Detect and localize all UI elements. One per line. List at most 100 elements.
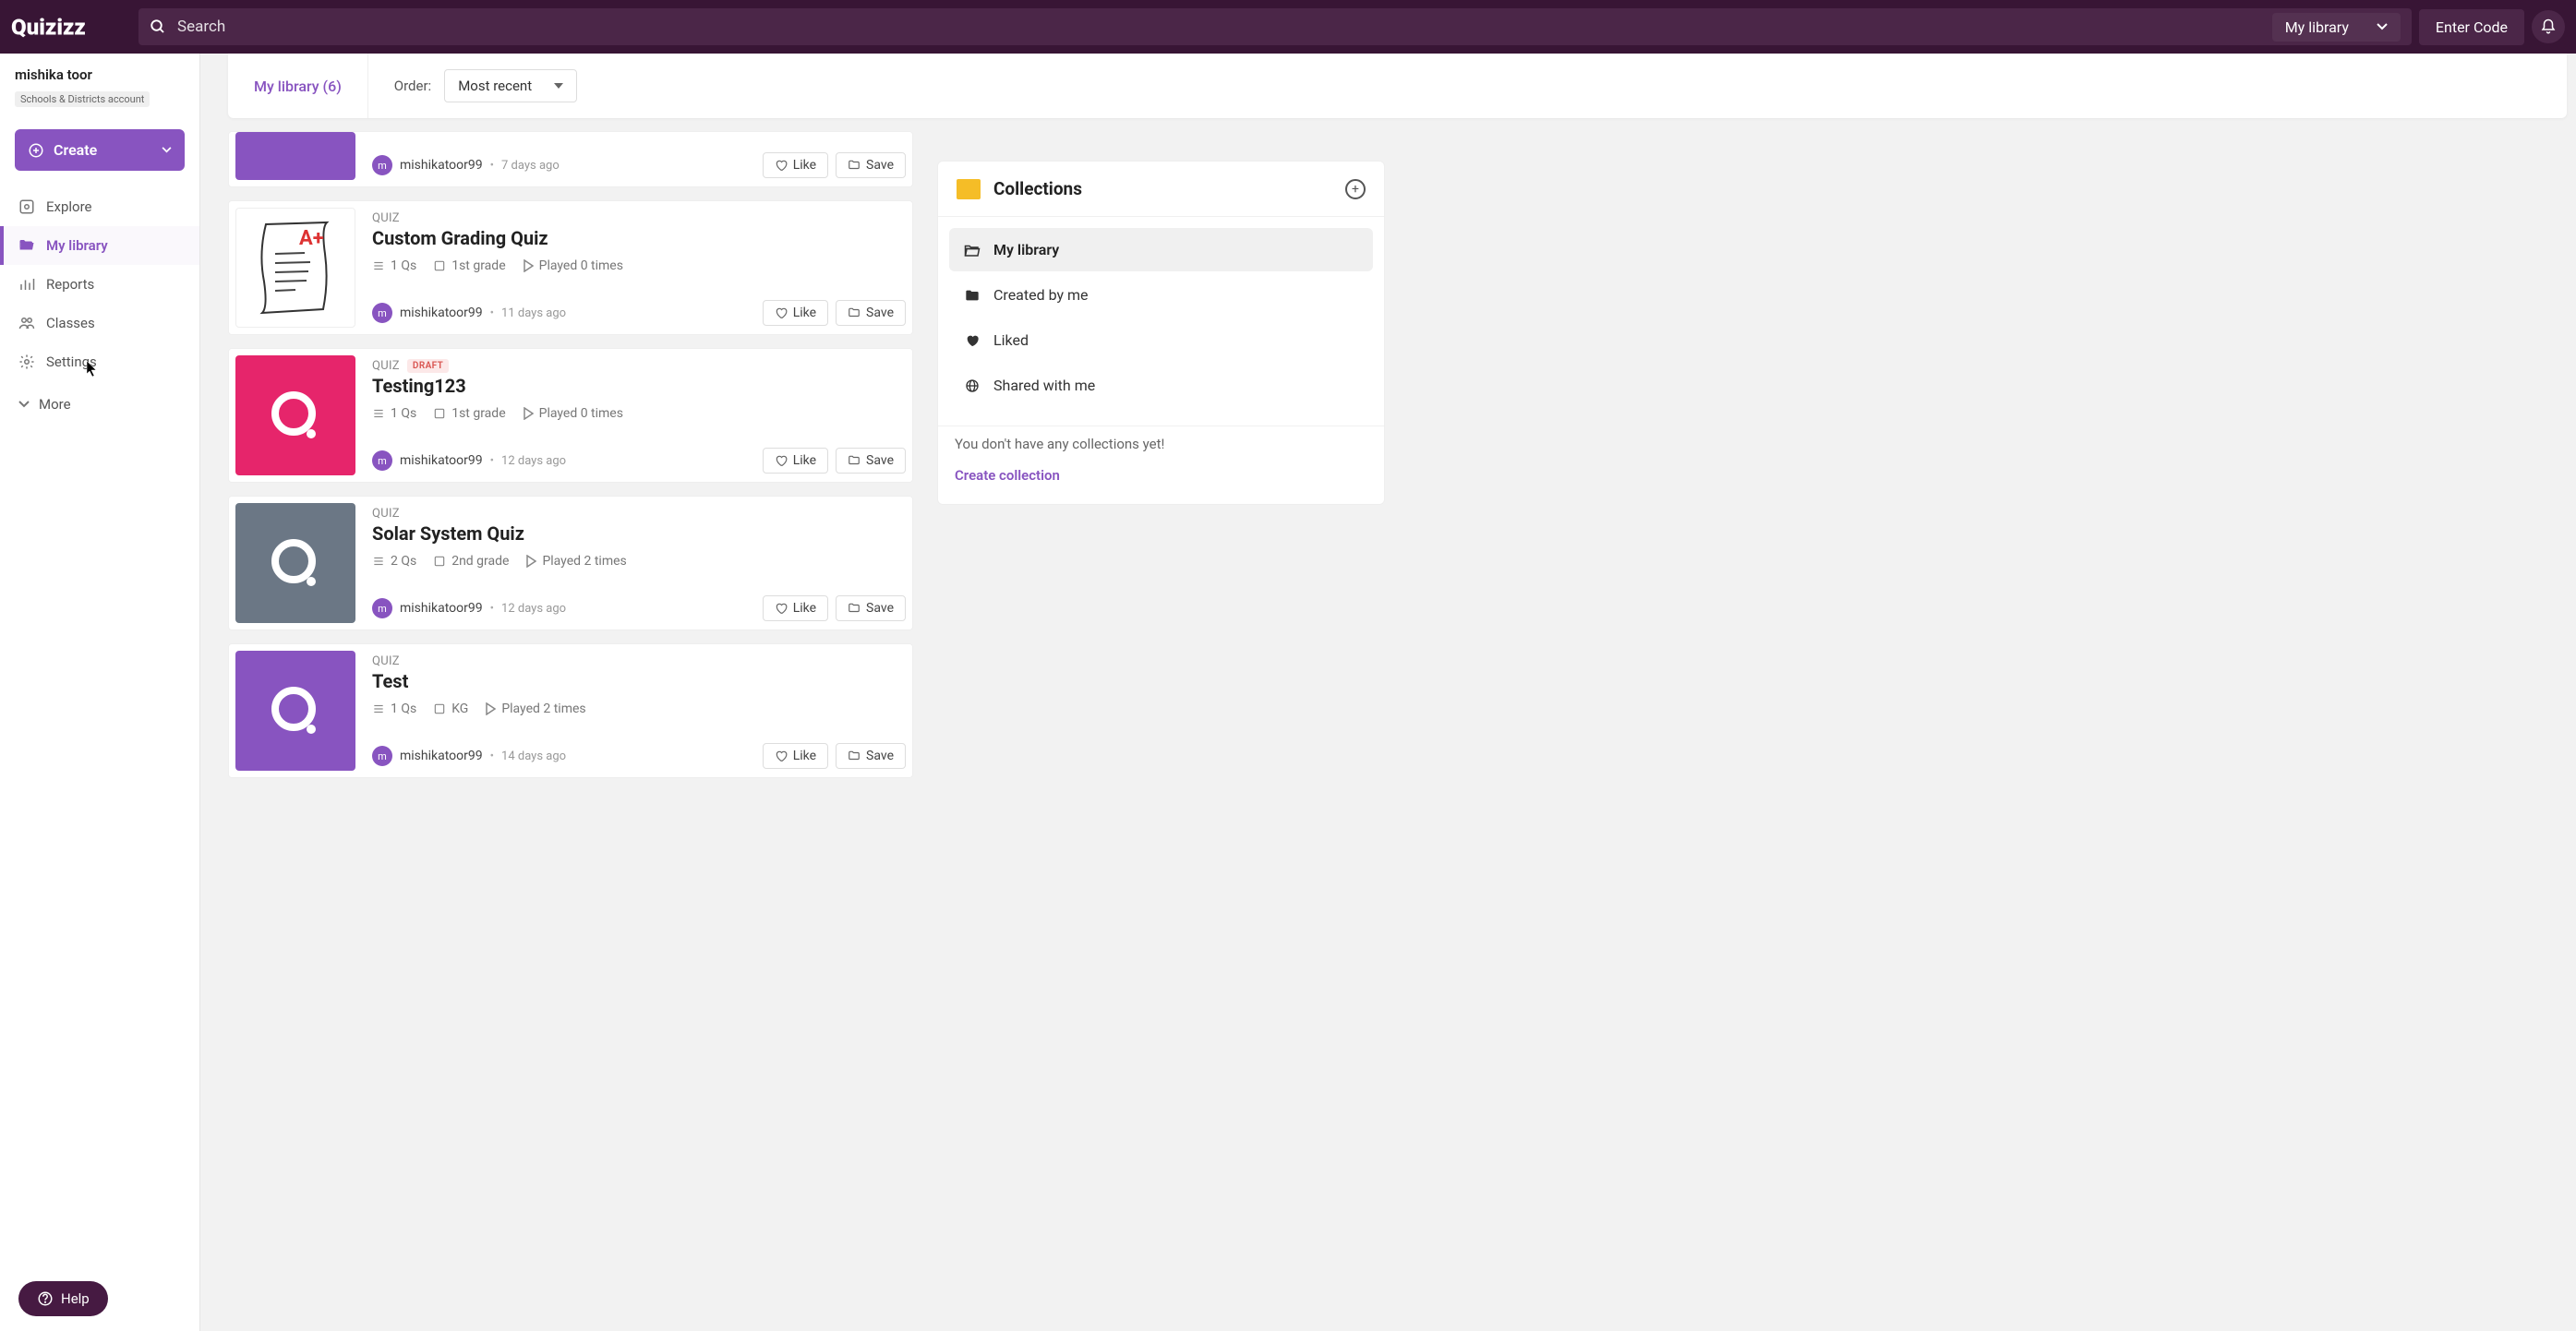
chevron-down-icon: [2377, 23, 2388, 30]
quiz-time: 11 days ago: [501, 306, 566, 320]
save-button[interactable]: Save: [836, 152, 906, 178]
user-info: mishika toor Schools & Districts account: [0, 66, 199, 122]
order-label: Order:: [394, 78, 431, 94]
caret-down-icon: [554, 83, 563, 89]
help-icon: [37, 1290, 54, 1307]
sidebar-item-more[interactable]: More: [0, 385, 199, 424]
help-button[interactable]: Help: [18, 1281, 108, 1316]
save-button[interactable]: Save: [836, 595, 906, 621]
quiz-thumbnail: [235, 503, 355, 623]
chevron-down-icon: [18, 401, 30, 408]
main-content: My library (6) Order: Most recent: [200, 54, 2576, 1331]
quiz-time: 12 days ago: [501, 602, 566, 616]
collection-label: My library: [993, 241, 1059, 258]
like-button[interactable]: Like: [763, 448, 828, 474]
quiz-meta: 1 Qs 1st grade Played 0 times: [372, 258, 906, 273]
quiz-card[interactable]: QUIZ DRAFT Testing123 1 Qs 1st grade Pla…: [228, 348, 913, 483]
quiz-thumbnail: A+: [235, 208, 355, 328]
gear-icon: [18, 354, 35, 370]
save-button[interactable]: Save: [836, 743, 906, 769]
svg-text:A+: A+: [299, 227, 324, 250]
collections-title: Collections: [993, 178, 1332, 199]
quiz-author: mishikatoor99: [400, 306, 483, 320]
chevron-down-icon: [162, 147, 172, 153]
collections-list: My library Created by me Liked Shar: [938, 217, 1384, 418]
draft-badge: DRAFT: [407, 359, 449, 373]
play-icon: [485, 702, 496, 715]
heart-icon: [775, 454, 788, 467]
quiz-title: Custom Grading Quiz: [372, 227, 906, 249]
sidebar-item-explore[interactable]: Explore: [0, 187, 199, 226]
quiz-type: QUIZ: [372, 507, 400, 521]
list-icon: [372, 555, 385, 568]
search-icon: [150, 18, 166, 35]
sidebar-item-classes[interactable]: Classes: [0, 304, 199, 342]
grade-icon: [433, 555, 446, 568]
save-button[interactable]: Save: [836, 448, 906, 474]
quiz-card[interactable]: A+ QUIZ Custom Grading Quiz 1 Qs: [228, 200, 913, 335]
notifications-button[interactable]: [2532, 10, 2565, 43]
folder-icon: [848, 306, 861, 319]
folder-open-icon: [18, 237, 35, 254]
heart-icon: [775, 306, 788, 319]
play-icon: [523, 407, 534, 420]
quizizz-logo[interactable]: Quizizz: [11, 11, 131, 42]
search-bar[interactable]: My library: [138, 8, 2412, 45]
heart-icon: [775, 749, 788, 762]
collection-label: Shared with me: [993, 377, 1095, 394]
help-label: Help: [61, 1290, 90, 1307]
play-icon: [523, 259, 534, 272]
heart-icon: [775, 602, 788, 615]
like-button[interactable]: Like: [763, 743, 828, 769]
heart-icon: [775, 159, 788, 172]
quiz-thumbnail: [235, 651, 355, 771]
like-button[interactable]: Like: [763, 595, 828, 621]
like-button[interactable]: Like: [763, 300, 828, 326]
folder-icon: [848, 602, 861, 615]
collection-item-shared-with-me[interactable]: Shared with me: [949, 364, 1373, 407]
create-collection-link[interactable]: Create collection: [938, 460, 1384, 504]
quiz-card[interactable]: m mishikatoor99 • 7 days ago Like: [228, 131, 913, 187]
list-icon: [372, 702, 385, 715]
collections-panel: Collections + My library Created by me: [937, 161, 1385, 505]
search-scope-select[interactable]: My library: [2272, 13, 2401, 42]
quiz-title: Testing123: [372, 375, 906, 397]
search-input[interactable]: [177, 18, 2261, 36]
quiz-type: QUIZ: [372, 211, 400, 225]
quiz-thumbnail: [235, 355, 355, 475]
folder-icon: [848, 454, 861, 467]
collection-item-my-library[interactable]: My library: [949, 228, 1373, 271]
quiz-card[interactable]: QUIZ Test 1 Qs KG Played 2 times m mishi…: [228, 643, 913, 778]
sidebar-item-my-library[interactable]: My library: [0, 226, 199, 265]
list-icon: [372, 407, 385, 420]
breadcrumb[interactable]: My library (6): [228, 54, 368, 118]
sidebar-item-label: Explore: [46, 198, 92, 215]
quiz-meta: 1 Qs KG Played 2 times: [372, 701, 906, 716]
create-button[interactable]: Create: [15, 129, 185, 171]
sidebar-item-label: Settings: [46, 354, 97, 370]
grade-icon: [433, 407, 446, 420]
folder-icon: [848, 749, 861, 762]
like-button[interactable]: Like: [763, 152, 828, 178]
sidebar-item-reports[interactable]: Reports: [0, 265, 199, 304]
enter-code-button[interactable]: Enter Code: [2419, 9, 2524, 45]
globe-icon: [964, 378, 981, 393]
quiz-type: QUIZ: [372, 654, 400, 668]
create-label: Create: [54, 141, 97, 159]
sidebar-item-label: My library: [46, 237, 108, 254]
quiz-author: mishikatoor99: [400, 158, 483, 173]
order-select[interactable]: Most recent: [444, 69, 577, 102]
list-icon: [372, 259, 385, 272]
quiz-card[interactable]: QUIZ Solar System Quiz 2 Qs 2nd grade Pl…: [228, 496, 913, 630]
grade-icon: [433, 702, 446, 715]
save-button[interactable]: Save: [836, 300, 906, 326]
collection-item-liked[interactable]: Liked: [949, 318, 1373, 362]
add-collection-button[interactable]: +: [1345, 179, 1366, 199]
quiz-time: 7 days ago: [501, 159, 560, 173]
collections-sidebar: Collections + My library Created by me: [937, 131, 1385, 778]
quiz-time: 12 days ago: [501, 454, 566, 468]
quiz-author: mishikatoor99: [400, 749, 483, 763]
collection-item-created-by-me[interactable]: Created by me: [949, 273, 1373, 317]
search-scope-label: My library: [2285, 18, 2349, 36]
sidebar-item-settings[interactable]: Settings: [0, 342, 199, 381]
